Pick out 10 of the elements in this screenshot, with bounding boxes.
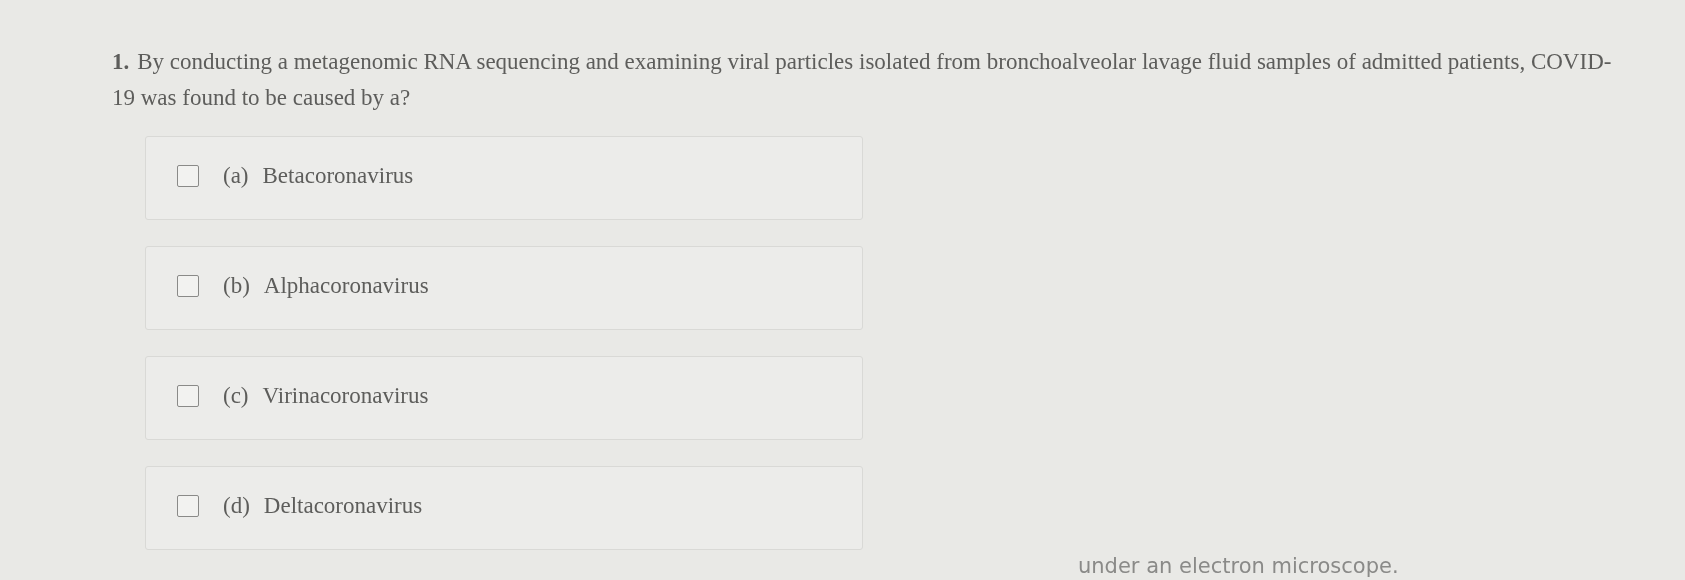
answer-option[interactable]: (b) Alphacoronavirus [145,246,863,330]
question-text: 1. By conducting a metagenomic RNA sequencing and examining viral particles isolated from bronchoalveolar lavage fluid samples of admitted patients, COVID-19 was found to be caused by a? [112,48,1612,112]
body-text: under an electron microscope. [1078,554,1399,578]
checkbox[interactable] [177,385,199,407]
checkbox[interactable] [177,275,199,297]
answer-option[interactable]: (c) Virinacoronavirus [145,356,863,440]
checkbox[interactable] [177,165,199,187]
answer-option[interactable]: (d) Deltacoronavirus [145,466,863,550]
answer-option[interactable]: (a) Betacoronavirus [145,136,863,220]
checkbox[interactable] [177,495,199,517]
